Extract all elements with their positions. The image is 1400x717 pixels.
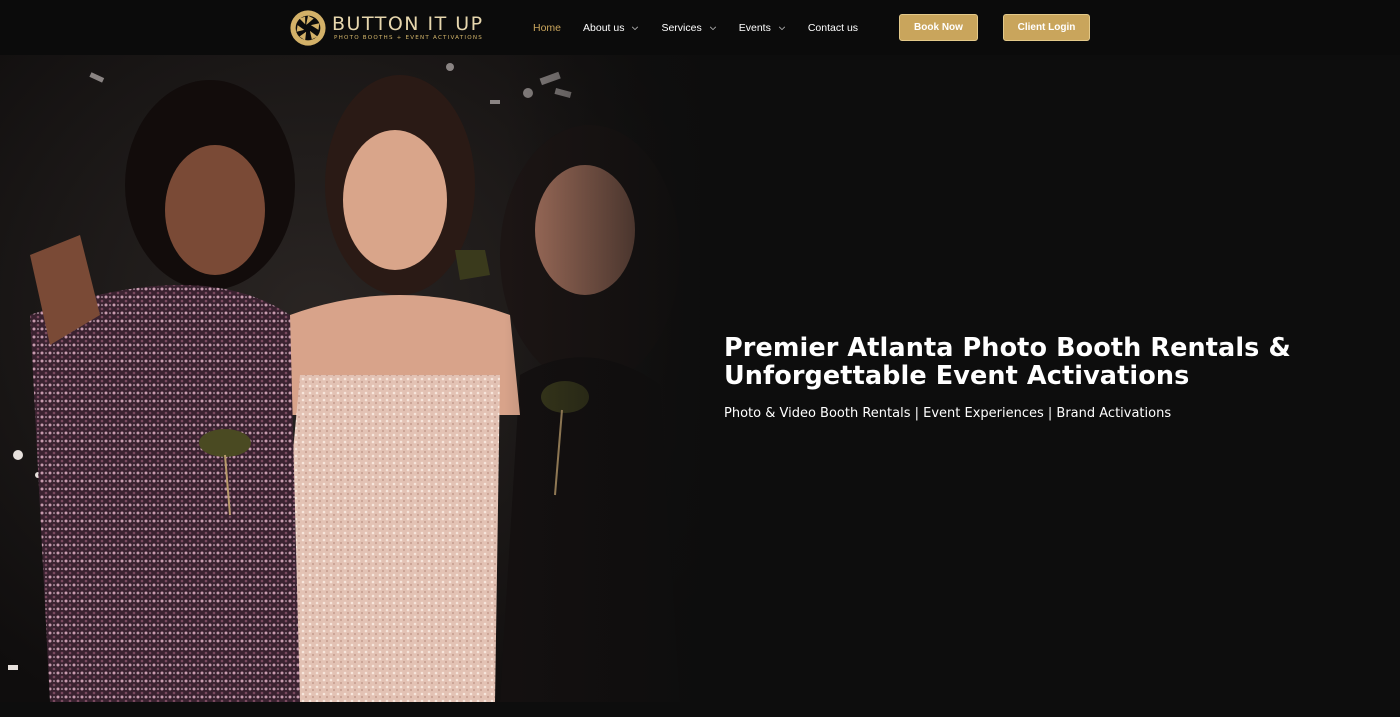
chevron-down-icon [709,26,716,30]
chevron-down-icon [632,26,639,30]
chevron-down-icon [778,26,785,30]
main-nav: Home About us Services Events Contact us [533,0,880,55]
site-header: BUTTON IT UP PHOTO BOOTHS + EVENT ACTIVA… [0,0,1400,55]
aperture-logo-icon [290,10,326,46]
nav-item-label: Home [533,21,562,34]
nav-item-label: Services [661,21,702,34]
hero-photo-illustration [0,55,700,702]
hero-subtitle: Photo & Video Booth Rentals | Event Expe… [724,406,1172,421]
book-now-button[interactable]: Book Now [899,14,978,41]
nav-item-label: About us [583,21,625,34]
hero-text: Premier Atlanta Photo Booth Rentals & Un… [724,334,1384,421]
nav-item-about-us[interactable]: About us [583,22,639,34]
hero-title: Premier Atlanta Photo Booth Rentals & Un… [724,333,1291,391]
hero-photo [0,55,700,702]
logo-title: BUTTON IT UP [332,13,484,35]
nav-item-label: Events [738,21,771,34]
client-login-button[interactable]: Client Login [1003,14,1090,41]
nav-item-label: Contact us [807,21,859,34]
logo[interactable]: BUTTON IT UP PHOTO BOOTHS + EVENT ACTIVA… [289,8,484,48]
nav-item-events[interactable]: Events [739,22,786,34]
nav-item-contact-us[interactable]: Contact us [808,22,858,34]
nav-item-home[interactable]: Home [533,22,561,34]
nav-item-services[interactable]: Services [661,22,716,34]
logo-tagline: PHOTO BOOTHS + EVENT ACTIVATIONS [334,35,483,41]
page: BUTTON IT UP PHOTO BOOTHS + EVENT ACTIVA… [0,0,1400,717]
